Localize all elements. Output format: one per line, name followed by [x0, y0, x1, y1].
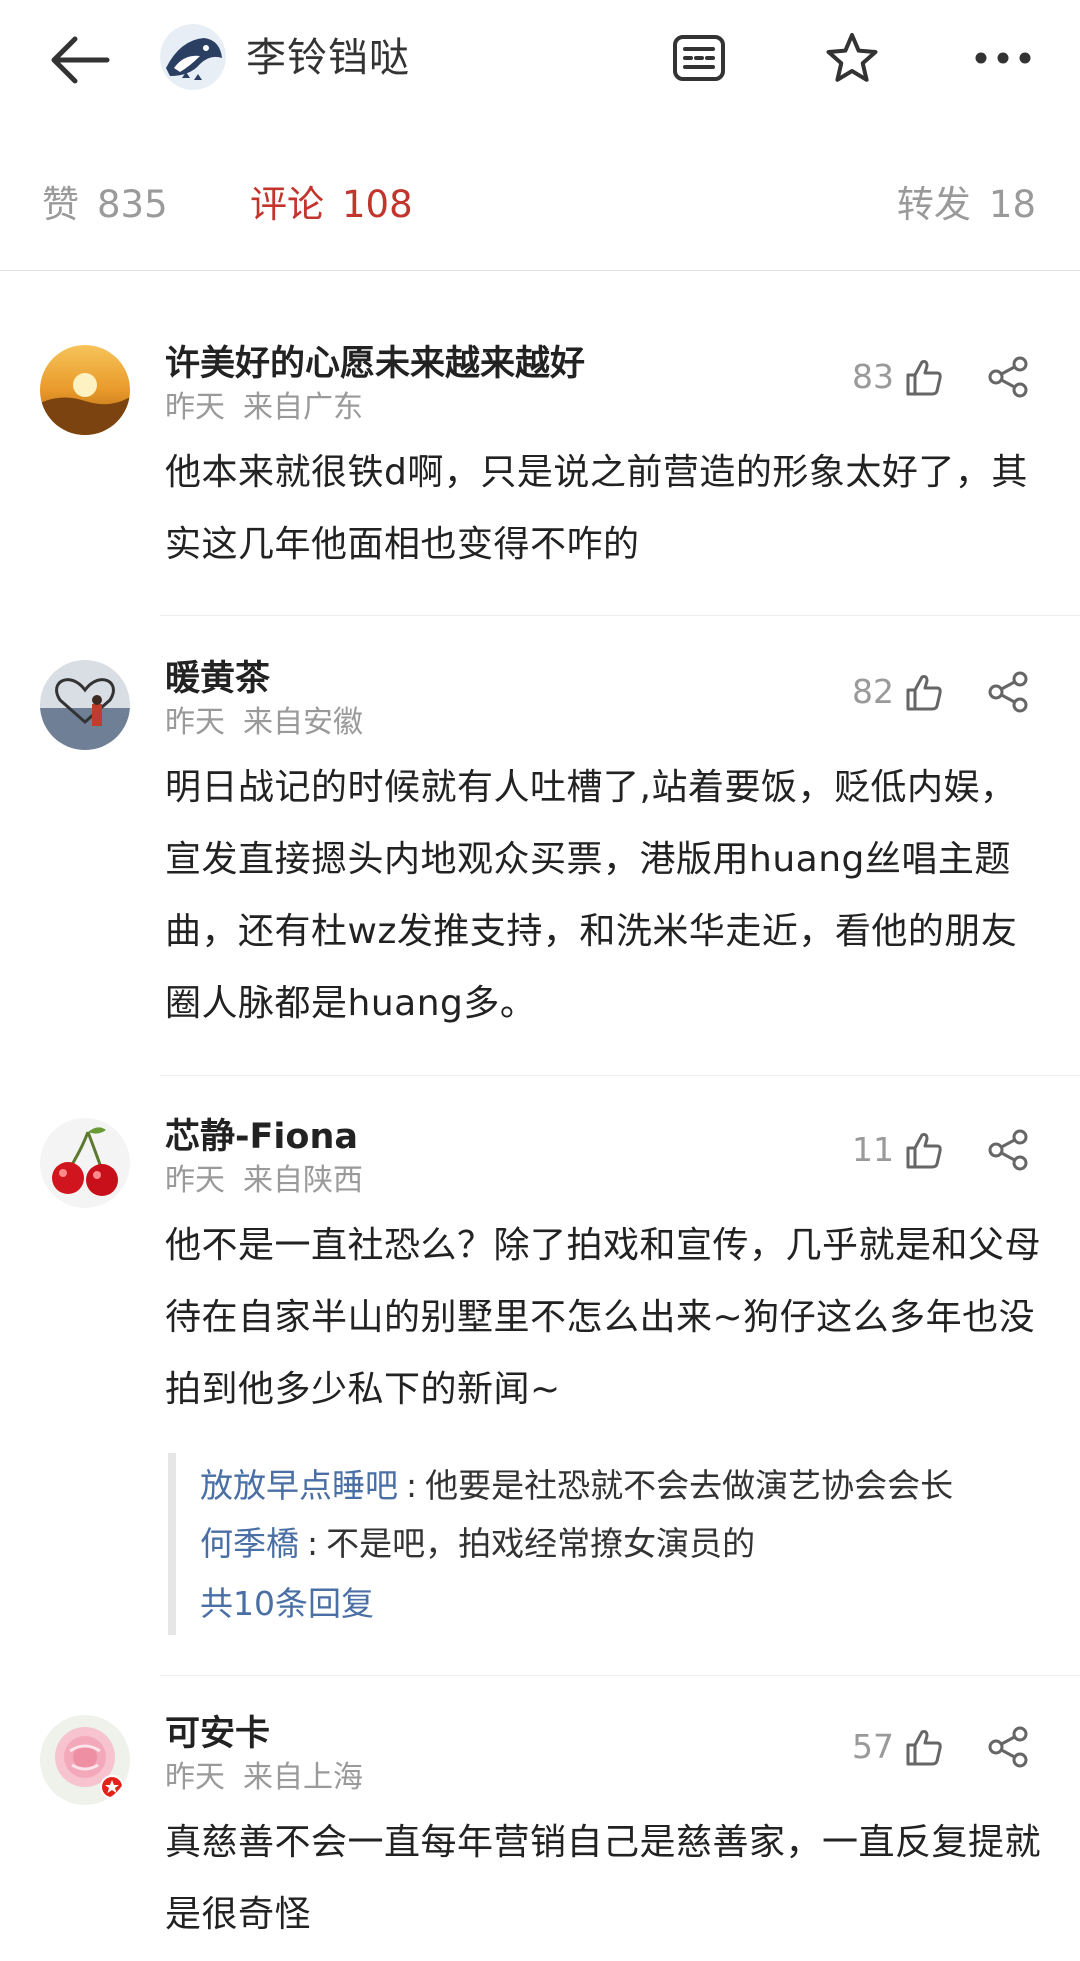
- tab-comments-count: 108: [342, 183, 413, 226]
- comment-time: 昨天: [165, 705, 225, 740]
- comment-meta: 昨天 来自陕西: [165, 1160, 363, 1202]
- like-button[interactable]: 11: [852, 1126, 944, 1174]
- reply-username[interactable]: 放放早点睡吧: [200, 1466, 398, 1505]
- tab-reposts[interactable]: 转发 18: [897, 180, 1036, 230]
- star-outline-icon: [826, 33, 878, 82]
- share-icon: [988, 356, 1028, 398]
- favorite-button[interactable]: [817, 26, 887, 90]
- like-button[interactable]: 83: [852, 353, 944, 401]
- more-dots-icon: [975, 52, 1031, 64]
- reply-item[interactable]: 放放早点睡吧: 他要是社恐就不会去做演艺协会会长: [200, 1457, 1070, 1515]
- comment-username[interactable]: 暖黄茶: [165, 654, 270, 704]
- reply-username[interactable]: 何季橋: [200, 1524, 299, 1563]
- avatar[interactable]: [40, 1118, 130, 1208]
- share-button[interactable]: [984, 668, 1032, 716]
- thumbs-up-icon: [906, 1133, 942, 1169]
- tab-reposts-label: 转发: [896, 183, 971, 226]
- comment-meta: 昨天 来自广东: [165, 387, 363, 429]
- poster-name[interactable]: 李铃铛哒: [246, 30, 410, 86]
- divider: [160, 1075, 1080, 1076]
- stats-tabs: 赞 835 评论 108 转发 18: [0, 120, 1080, 271]
- divider: [160, 615, 1080, 616]
- comment-text: 明日战记的时候就有人吐槽了,站着要饭，贬低内娱，宣发直接摁头内地观众买票，港版用…: [165, 767, 1018, 1024]
- avatar[interactable]: [40, 1715, 130, 1805]
- comment-text: 真慈善不会一直每年营销自己是慈善家，一直反复提就是很奇怪: [165, 1822, 1042, 1935]
- thumbs-up-icon: [906, 1730, 942, 1766]
- comment-location: 来自上海: [243, 1760, 363, 1795]
- share-icon: [988, 1129, 1028, 1171]
- share-icon: [988, 671, 1028, 713]
- share-button[interactable]: [984, 1126, 1032, 1174]
- section-gap: [0, 271, 1080, 305]
- comment-username[interactable]: 许美好的心愿未来越来越好: [165, 339, 585, 389]
- avatar[interactable]: [40, 660, 130, 750]
- like-count: 83: [852, 357, 894, 396]
- comment-username[interactable]: 可安卡: [165, 1709, 270, 1759]
- like-button[interactable]: 82: [852, 668, 944, 716]
- tab-likes[interactable]: 赞 835: [42, 180, 168, 230]
- share-button[interactable]: [984, 1723, 1032, 1771]
- comment-location: 来自安徽: [243, 705, 363, 740]
- like-count: 11: [852, 1130, 894, 1169]
- like-count: 57: [852, 1727, 894, 1766]
- arrow-left-icon: [51, 36, 110, 84]
- comment-text: 他本来就很铁d啊，只是说之前营造的形象太好了，其实这几年他面相也变得不咋的: [165, 452, 1028, 565]
- comment-location: 来自广东: [243, 390, 363, 425]
- comment-location: 来自陕西: [243, 1163, 363, 1198]
- comment-text: 他不是一直社恐么？除了拍戏和宣传，几乎就是和父母待在自家半山的别墅里不怎么出来~…: [165, 1225, 1042, 1410]
- thumbs-up-icon: [906, 360, 942, 396]
- divider: [160, 1675, 1080, 1676]
- reply-preview: 放放早点睡吧: 他要是社恐就不会去做演艺协会会长 何季橋: 不是吧，拍戏经常撩女演员…: [168, 1453, 1070, 1635]
- like-button[interactable]: 57: [852, 1723, 944, 1771]
- reply-text: 他要是社恐就不会去做演艺协会会长: [425, 1466, 954, 1505]
- thumbs-up-icon: [906, 675, 942, 711]
- tab-likes-count: 835: [97, 183, 168, 226]
- tab-likes-label: 赞: [42, 183, 79, 226]
- comment-meta: 昨天 来自上海: [165, 1757, 363, 1799]
- view-all-replies-link[interactable]: 共10条回复: [200, 1573, 1070, 1635]
- comment-time: 昨天: [165, 390, 225, 425]
- reply-item[interactable]: 何季橋: 不是吧，拍戏经常撩女演员的: [200, 1515, 1070, 1573]
- comment-item: 暖黄茶 昨天 来自安徽 82 明日战记的时候就有人吐槽了,站着要饭，贬低内娱，宣发…: [0, 659, 1080, 1060]
- top-bar: 李铃铛哒: [0, 0, 1080, 120]
- share-icon: [988, 1726, 1028, 1768]
- tab-reposts-count: 18: [988, 183, 1036, 226]
- back-button[interactable]: [44, 28, 116, 92]
- tab-comments-label: 评论: [250, 183, 324, 226]
- reply-separator: :: [406, 1466, 418, 1505]
- comment-item: 许美好的心愿未来越来越好 昨天 来自广东 83 他本来就很铁d啊，只是说之前营造的…: [0, 344, 1080, 585]
- comment-username[interactable]: 芯静-Fiona: [165, 1112, 358, 1162]
- share-button[interactable]: [984, 353, 1032, 401]
- comment-time: 昨天: [165, 1760, 225, 1795]
- comment-meta: 昨天 来自安徽: [165, 702, 363, 744]
- reply-separator: :: [307, 1524, 319, 1563]
- comment-time: 昨天: [165, 1163, 225, 1198]
- like-count: 82: [852, 672, 894, 711]
- article-button[interactable]: [664, 26, 734, 90]
- avatar[interactable]: [40, 345, 130, 435]
- tab-comments[interactable]: 评论 108: [250, 180, 413, 230]
- article-icon: [673, 35, 725, 81]
- more-button[interactable]: [968, 26, 1038, 90]
- comment-item: 可安卡 昨天 来自上海 57 真慈善不会一直每年营销自己是慈善家，一直反复提就是很…: [0, 1714, 1080, 1961]
- poster-avatar[interactable]: [160, 24, 226, 90]
- reply-text: 不是吧，拍戏经常撩女演员的: [326, 1524, 756, 1563]
